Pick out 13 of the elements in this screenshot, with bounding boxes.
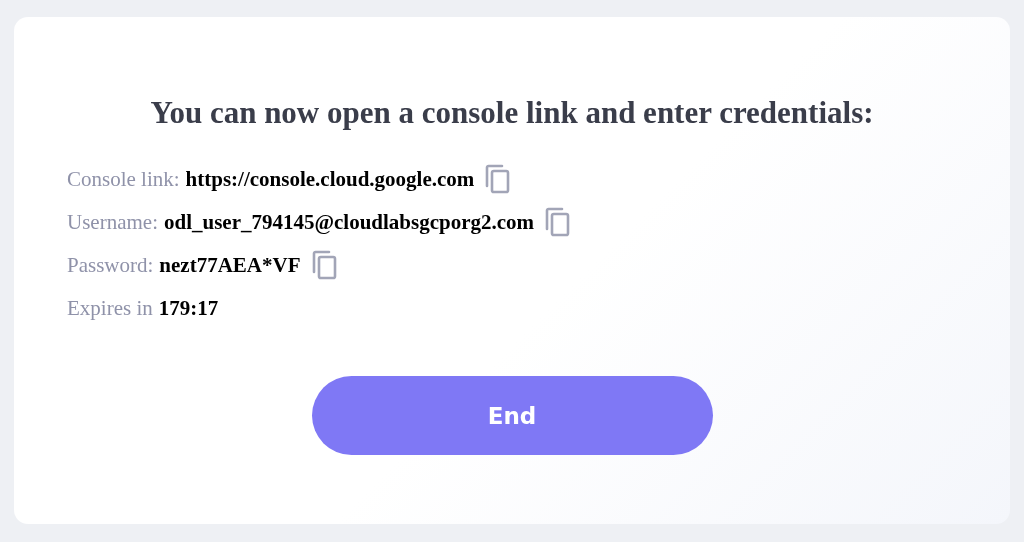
end-button[interactable]: End [311,376,713,455]
field-label: Console link: [67,166,180,192]
copy-icon[interactable] [484,164,511,194]
field-value: https://console.cloud.google.com [185,166,475,192]
field-label: Expires in [67,295,153,321]
copy-icon[interactable] [310,250,337,280]
field-value: 179:17 [158,295,219,321]
field-value: nezt77AEA*VF [159,252,301,278]
heading: You can now open a console link and enter credentials: [149,94,875,132]
copy-icon[interactable] [544,207,571,237]
field-label: Password: [67,252,154,278]
field-label: Username: [67,209,158,235]
field-value: odl_user_794145@cloudlabsgcporg2.com [163,209,535,235]
